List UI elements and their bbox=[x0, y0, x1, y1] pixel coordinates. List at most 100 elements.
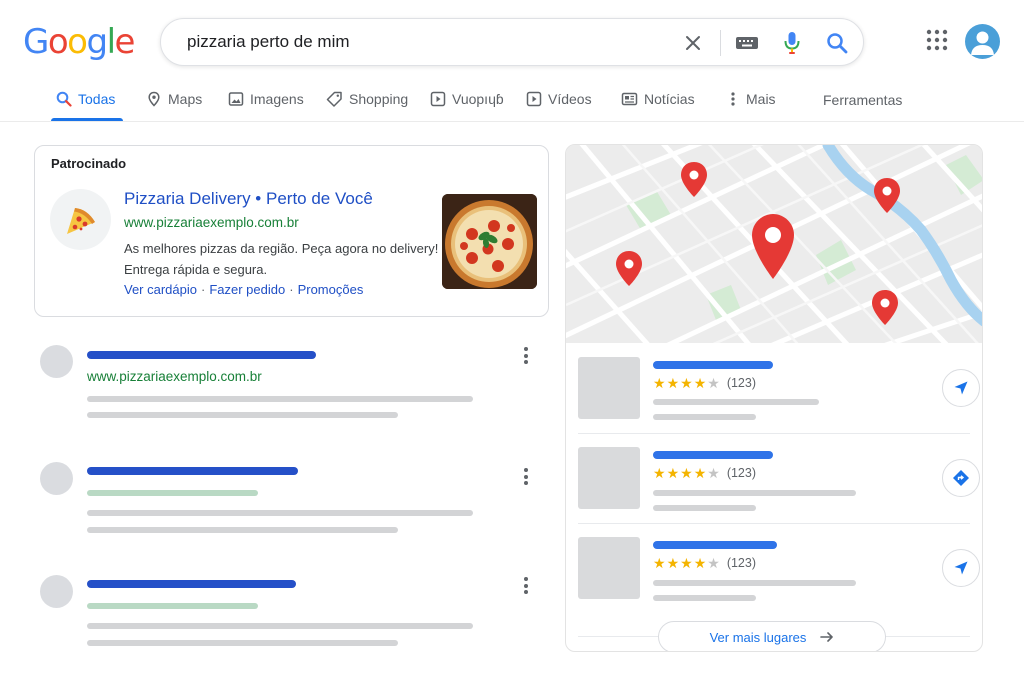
local-results-panel: ★ ★ ★ ★ ★ (123) ★ ★ ★ ★ ★ (123) ★ ★ ★ ★ ★ (123) bbox=[565, 144, 983, 652]
local-place-item[interactable]: ★ ★ ★ ★ ★ (123) bbox=[578, 525, 980, 615]
clear-icon[interactable] bbox=[681, 31, 705, 55]
result-snippet-line bbox=[87, 623, 473, 629]
tag-icon bbox=[326, 91, 342, 107]
result-url[interactable]: www.pizzariaexemplo.com.br bbox=[87, 369, 262, 384]
apps-grid-icon[interactable] bbox=[925, 28, 949, 52]
review-count: (123) bbox=[726, 376, 756, 390]
result-url-placeholder[interactable] bbox=[87, 603, 258, 609]
result-snippet-line bbox=[87, 640, 398, 646]
more-vert-icon bbox=[731, 92, 735, 106]
tab-todas[interactable]: Todas bbox=[56, 88, 115, 110]
result-snippet-line bbox=[87, 510, 473, 516]
tools-button[interactable]: Ferramentas bbox=[823, 92, 902, 108]
map-pin-icon bbox=[148, 91, 160, 107]
place-title-link[interactable] bbox=[653, 361, 773, 369]
ad-description-line: Entrega rápida e segura. bbox=[124, 262, 268, 277]
result-snippet-line bbox=[87, 412, 398, 418]
search-divider bbox=[720, 30, 721, 56]
local-place-item[interactable]: ★ ★ ★ ★ ★ (123) bbox=[578, 435, 980, 525]
result-title-link[interactable] bbox=[87, 351, 316, 359]
sponsored-ad: Patrocinado Pizzaria Delivery • Perto de… bbox=[34, 145, 549, 317]
keyboard-icon[interactable] bbox=[735, 31, 759, 55]
place-rating: ★ ★ ★ ★ ★ (123) bbox=[653, 376, 756, 390]
tab-label: Todas bbox=[78, 91, 116, 107]
star-rating: ★ ★ ★ ★ ★ bbox=[653, 555, 720, 571]
search-result bbox=[40, 575, 540, 665]
tab-label: Vídeos bbox=[548, 91, 592, 107]
directions-button[interactable] bbox=[942, 369, 980, 407]
sitelink-fazer-pedido[interactable]: Fazer pedido bbox=[209, 282, 285, 297]
sitelink-promocoes[interactable]: Promoções bbox=[298, 282, 364, 297]
map-view[interactable] bbox=[566, 145, 982, 368]
place-thumbnail bbox=[578, 447, 640, 509]
tab-shopping[interactable]: Shopping bbox=[326, 88, 408, 110]
search-result: www.pizzariaexemplo.com.br bbox=[40, 345, 540, 435]
tab-label: Notícias bbox=[644, 91, 695, 107]
place-title-link[interactable] bbox=[653, 541, 777, 549]
place-detail-line bbox=[653, 580, 856, 586]
tab-label: Mais bbox=[746, 91, 776, 107]
place-title-link[interactable] bbox=[653, 451, 773, 459]
more-options-icon[interactable] bbox=[522, 347, 530, 365]
microphone-icon[interactable] bbox=[780, 31, 804, 55]
pizza-slice-icon[interactable] bbox=[50, 189, 111, 250]
tab-label: Shopping bbox=[349, 91, 409, 107]
result-snippet-line bbox=[87, 396, 473, 402]
tab-imagens[interactable]: Imagens bbox=[228, 88, 304, 110]
place-detail-line bbox=[653, 414, 756, 420]
tab-vuopiug[interactable]: Vuopıɥɓ bbox=[430, 88, 504, 110]
place-detail-line bbox=[653, 399, 819, 405]
sitelink-ver-cardapio[interactable]: Ver cardápio bbox=[124, 282, 197, 297]
ad-title-link[interactable]: Pizzaria Delivery • Perto de Você bbox=[124, 189, 373, 209]
directions-icon bbox=[953, 470, 969, 486]
search-tabs: Todas Maps Imagens Shopping Vuopıɥɓ Víde… bbox=[0, 80, 1024, 122]
place-rating: ★ ★ ★ ★ ★ (123) bbox=[653, 556, 756, 570]
video-icon bbox=[526, 91, 542, 107]
tab-videos[interactable]: Vídeos bbox=[526, 88, 592, 110]
place-detail-line bbox=[653, 595, 756, 601]
tab-label: Imagens bbox=[250, 91, 304, 107]
ad-description-line: As melhores pizzas da região. Peça agora… bbox=[124, 241, 439, 256]
search-icon[interactable] bbox=[825, 31, 849, 55]
search-box[interactable]: pizzaria perto de mim bbox=[160, 18, 864, 66]
tab-mais[interactable]: Mais bbox=[726, 88, 776, 110]
account-avatar-icon[interactable] bbox=[965, 24, 1000, 59]
place-detail-line bbox=[653, 505, 756, 511]
directions-button[interactable] bbox=[942, 459, 980, 497]
google-logo[interactable]: Google bbox=[23, 22, 135, 62]
directions-button[interactable] bbox=[942, 549, 980, 587]
ad-sitelinks: Ver cardápio · Fazer pedido · Promoções bbox=[124, 282, 364, 297]
play-square-icon bbox=[430, 91, 446, 107]
tab-maps[interactable]: Maps bbox=[146, 88, 202, 110]
search-input[interactable]: pizzaria perto de mim bbox=[187, 32, 350, 52]
ad-description: As melhores pizzas da região. Peça agora… bbox=[124, 238, 444, 280]
result-favicon bbox=[40, 575, 73, 608]
result-title-link[interactable] bbox=[87, 580, 296, 588]
navigation-arrow-icon bbox=[954, 381, 968, 395]
result-title-link[interactable] bbox=[87, 467, 298, 475]
review-count: (123) bbox=[726, 556, 756, 570]
more-options-icon[interactable] bbox=[522, 468, 530, 486]
navigation-arrow-icon bbox=[954, 561, 968, 575]
result-favicon bbox=[40, 345, 73, 378]
star-rating: ★ ★ ★ ★ ★ bbox=[653, 375, 720, 391]
place-thumbnail bbox=[578, 357, 640, 419]
sponsored-label: Patrocinado bbox=[51, 156, 127, 171]
search-icon bbox=[56, 91, 72, 107]
place-thumbnail bbox=[578, 537, 640, 599]
news-icon bbox=[621, 92, 638, 106]
search-result bbox=[40, 462, 540, 552]
local-place-item[interactable]: ★ ★ ★ ★ ★ (123) bbox=[578, 345, 980, 435]
more-options-icon[interactable] bbox=[522, 577, 530, 595]
result-url-placeholder[interactable] bbox=[87, 490, 258, 496]
tab-noticias[interactable]: Notícias bbox=[621, 88, 695, 110]
see-more-places-button[interactable]: Ver mais lugares bbox=[658, 621, 886, 651]
active-tab-indicator bbox=[51, 118, 123, 121]
tab-label: Maps bbox=[168, 91, 203, 107]
review-count: (123) bbox=[726, 466, 756, 480]
ad-url[interactable]: www.pizzariaexemplo.com.br bbox=[124, 215, 299, 230]
place-detail-line bbox=[653, 490, 856, 496]
pizza-image[interactable] bbox=[442, 194, 537, 289]
see-more-label: Ver mais lugares bbox=[709, 629, 807, 645]
place-rating: ★ ★ ★ ★ ★ (123) bbox=[653, 466, 756, 480]
